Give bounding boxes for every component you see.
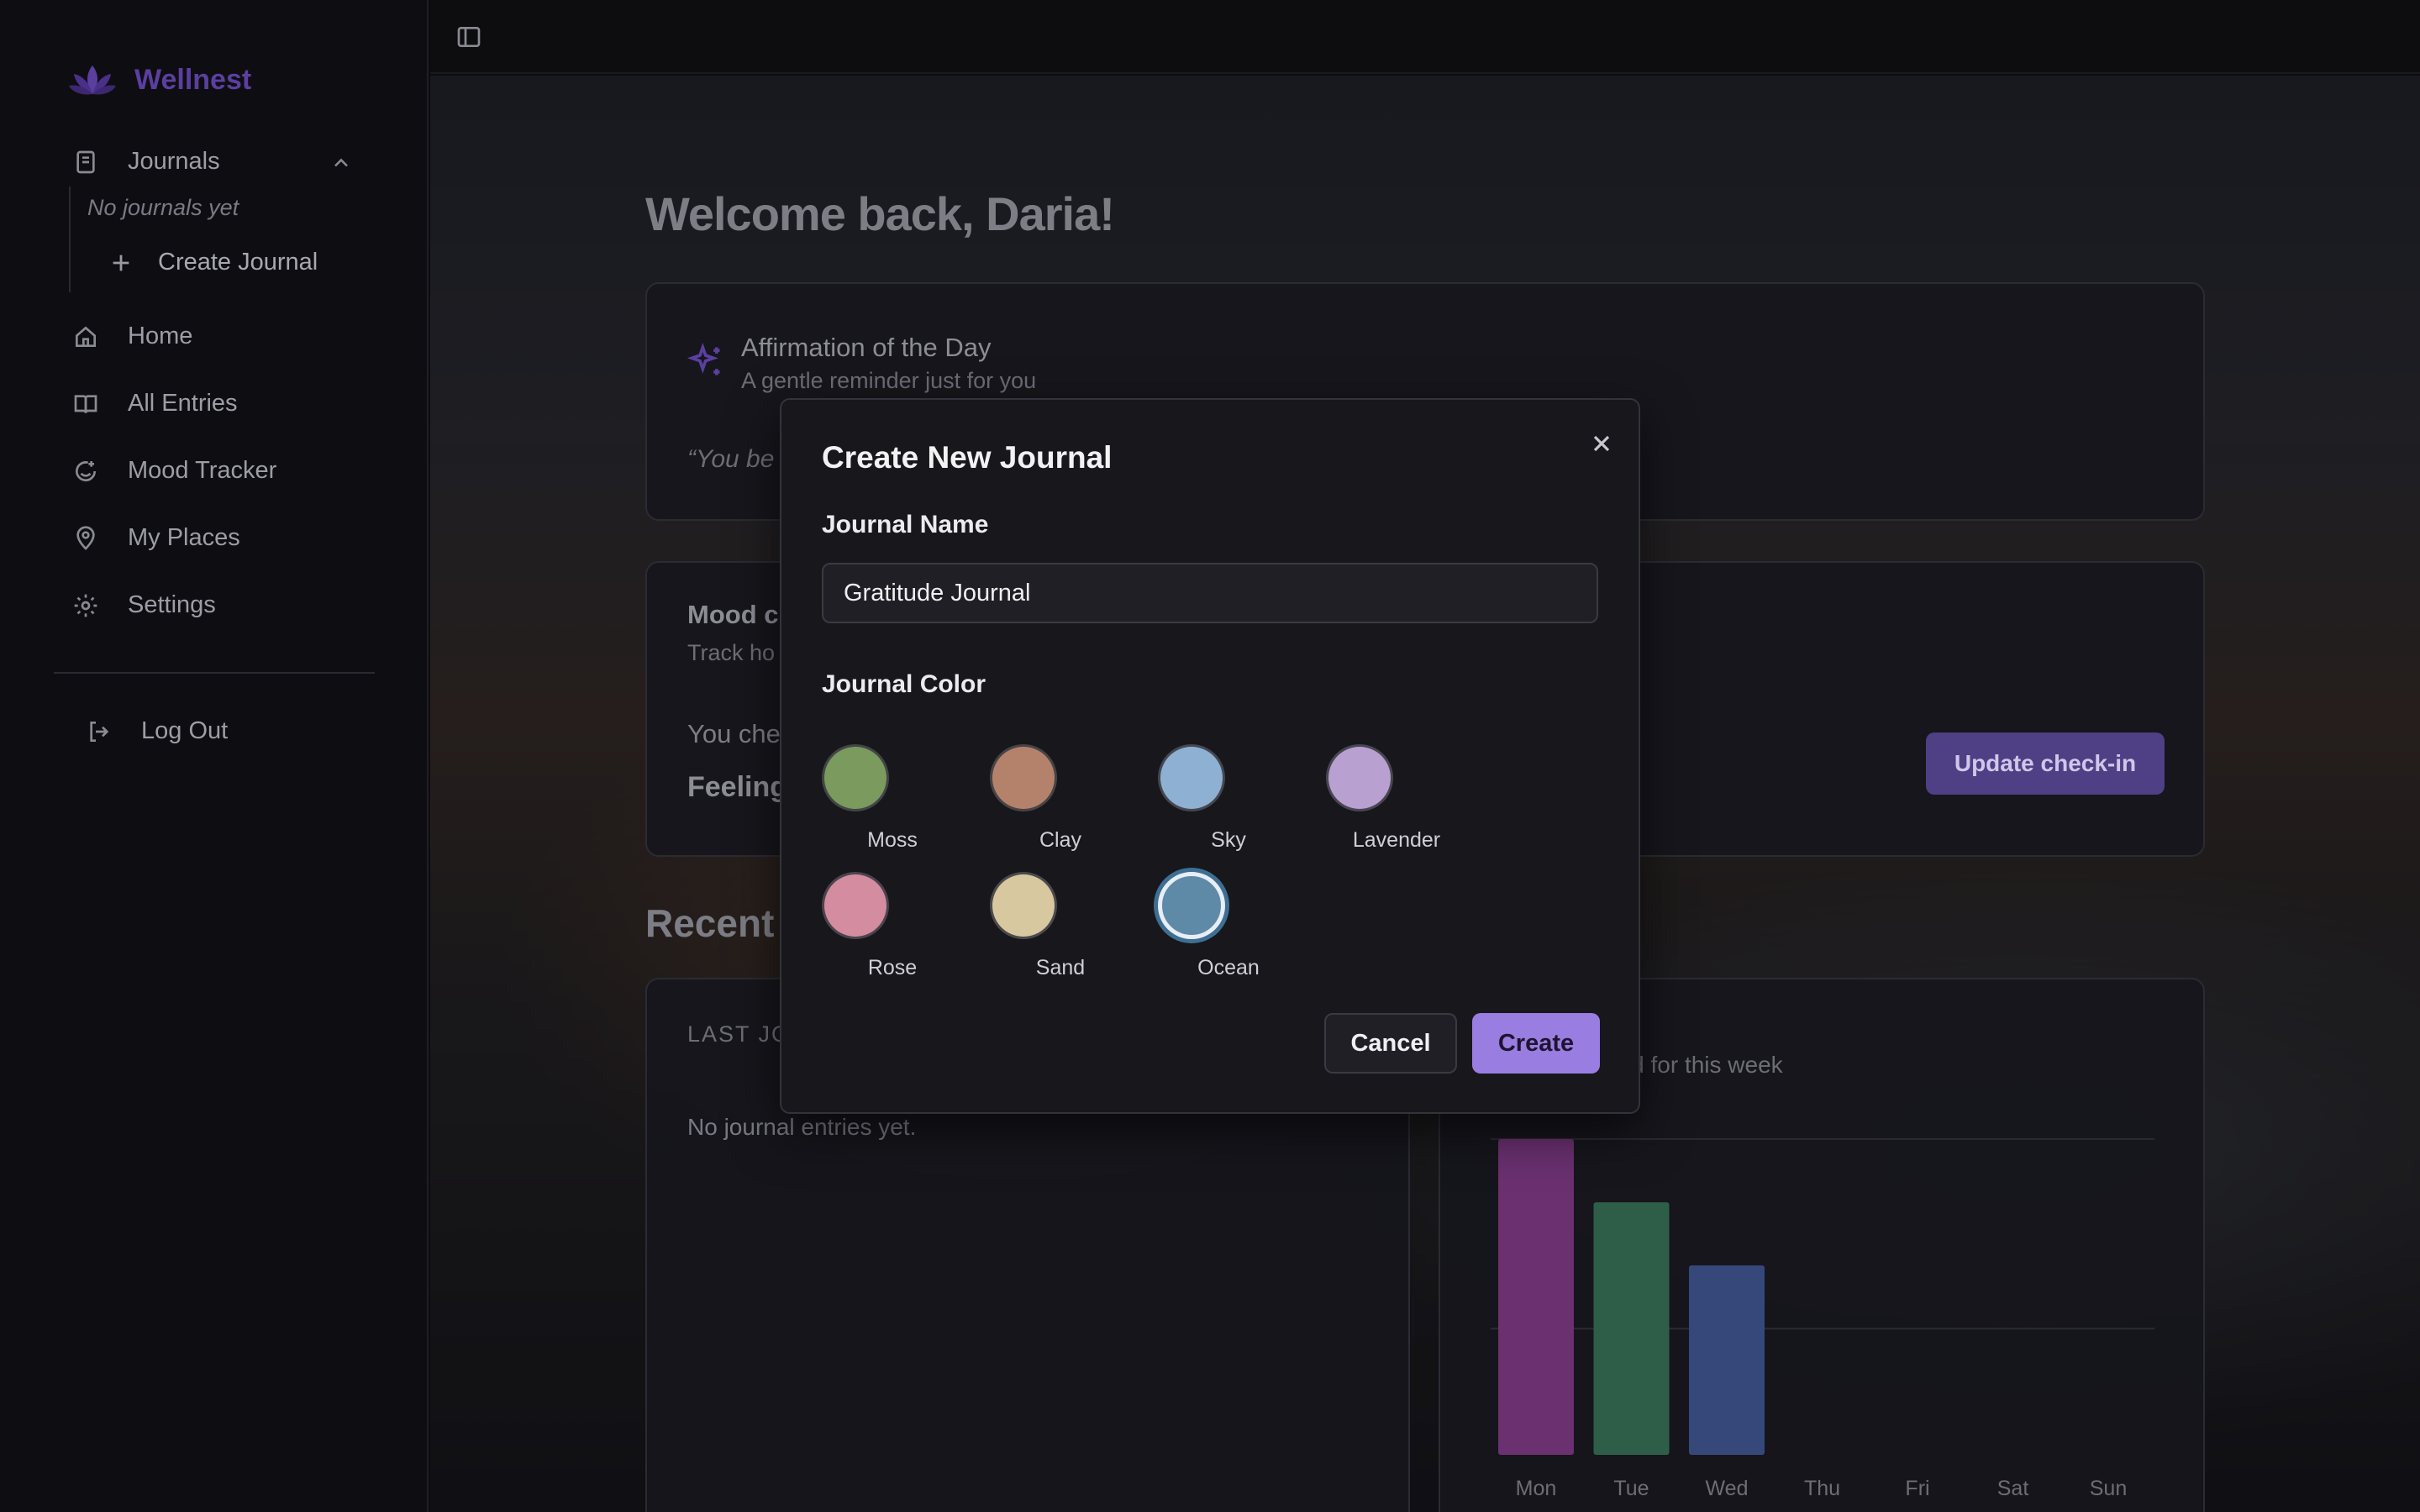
chart-tick-label: Mon [1516,1477,1557,1500]
journal-name-input[interactable] [822,563,1598,623]
logout-label: Log Out [141,717,229,744]
affirmation-subtitle: A gentle reminder just for you [741,368,1037,393]
chart-tick-label: Sat [1997,1477,2029,1500]
chart-bar-mon [1498,1139,1574,1455]
sidebar-item-mood-tracker[interactable]: Mood Tracker [72,457,276,485]
log-out-icon [90,721,109,742]
color-swatch-sky[interactable] [1158,744,1225,811]
page-title: Welcome back, Daria! [645,187,1115,240]
sidebar-item-label: My Places [128,524,240,551]
dialog-title: Create New Journal [822,440,1113,475]
brand[interactable]: Wellnest [67,59,251,101]
sidebar-item-label: Home [128,323,193,349]
color-swatch-label: Moss [867,828,918,852]
sidebar-item-home[interactable]: Home [72,323,192,350]
cancel-button[interactable]: Cancel [1324,1013,1457,1074]
create-journal-label: Create Journal [158,249,318,276]
submenu-line [69,186,71,292]
last-journal-label: LAST JO [687,1021,792,1047]
app-name: Wellnest [134,63,252,96]
sidebar-item-journals[interactable]: Journals [72,148,220,176]
chart-tick-label: Thu [1804,1477,1840,1500]
color-swatch-lavender[interactable] [1326,744,1393,811]
topbar [430,0,2420,74]
color-swatch-label: Sand [1035,956,1086,979]
empty-entries-text: No journal entries yet. [687,1114,917,1140]
sidebar-item-label: Settings [128,591,216,618]
color-swatch-moss[interactable] [822,744,889,811]
chevron-up-icon[interactable] [329,151,353,175]
color-swatch-clay[interactable] [990,744,1057,811]
panel-left-icon [457,27,481,47]
journal-name-label: Journal Name [822,511,989,538]
chart-bar-wed [1689,1265,1765,1455]
chart-tick-label: Wed [1706,1477,1749,1500]
plus-icon [113,255,129,270]
home-icon [76,326,96,347]
close-icon[interactable] [1588,430,1615,457]
affirmation-title: Affirmation of the Day [741,333,992,362]
create-button[interactable]: Create [1472,1013,1600,1074]
create-journal-dialog: Create New Journal Journal Name Journal … [780,398,1640,1114]
create-journal-button[interactable]: Create Journal [109,249,318,276]
sidebar-item-all-entries[interactable]: All Entries [72,390,238,417]
sidebar-item-settings[interactable]: Settings [72,591,216,619]
chart-tick-label: Fri [1905,1477,1929,1500]
journal-color-label: Journal Color [822,670,986,698]
gear-icon [74,594,97,617]
app-root: Wellnest Journals No journals yet Create… [0,0,2420,1512]
color-swatch-ocean[interactable] [1158,872,1225,939]
logout-button[interactable]: Log Out [86,717,228,745]
map-pin-icon [76,525,95,550]
color-swatch-rose[interactable] [822,872,889,939]
mood-card-title: Mood c [687,600,779,629]
color-swatch-label: Rose [867,956,918,979]
sidebar-divider [54,672,375,674]
mood-card-subtitle: Track ho [687,640,776,665]
mood-checked-text: You che [687,719,781,748]
chart-tick-label: Tue [1613,1477,1649,1500]
color-swatch-label: Sky [1211,828,1246,852]
chart-bar-tue [1593,1202,1670,1455]
color-swatch-label: Ocean [1197,956,1260,979]
notebook-icon [76,150,95,173]
sparkles-icon [687,343,720,375]
book-open-icon [74,394,97,413]
lotus-logo-icon [69,66,116,95]
sidebar-item-label: All Entries [128,390,238,417]
sidebar-toggle-button[interactable] [455,24,482,50]
sidebar-item-label: Journals [128,148,220,175]
mood-feeling-text: Feeling [687,771,788,803]
sidebar-item-my-places[interactable]: My Places [72,524,240,552]
color-swatch-sand[interactable] [990,872,1057,939]
recent-heading: Recent [645,901,775,945]
color-swatch-label: Lavender [1352,828,1441,852]
update-checkin-button[interactable]: Update check-in [1926,732,2165,795]
sidebar: Wellnest Journals No journals yet Create… [0,0,429,1512]
chart-tick-label: Sun [2090,1477,2127,1500]
smile-plus-icon [76,460,97,481]
color-swatch-label: Clay [1039,828,1081,852]
sidebar-item-label: Mood Tracker [128,457,277,484]
affirmation-quote: “You be [687,445,775,473]
no-journals-text: No journals yet [87,195,239,220]
